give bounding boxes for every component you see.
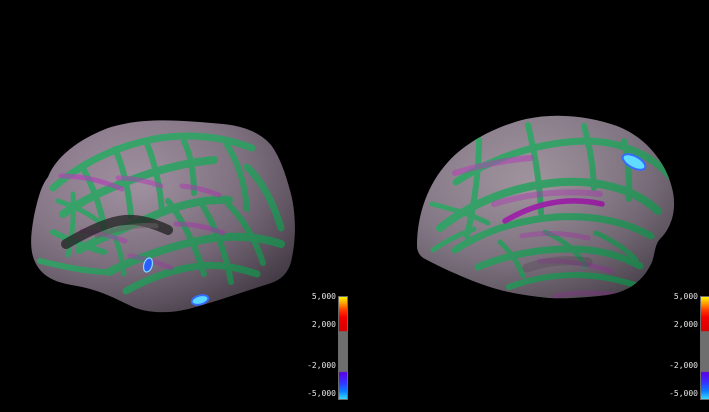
colorbar-min-label: -5,000 [669,389,698,398]
colorbar-max-label: 5,000 [673,292,698,301]
colorbar-max-label: 5,000 [311,292,336,301]
colorbar-negative-threshold-label: -2,000 [669,361,698,370]
colorbar-positive-threshold-label: 2,000 [673,320,698,329]
colorbar-left: 5,000 2,000 -2,000 -5,000 [290,292,350,400]
brain-surface-render[interactable] [0,0,709,412]
colorbar-min-label: -5,000 [307,389,336,398]
colorbar-right: 5,000 2,000 -2,000 -5,000 [652,292,709,400]
colorbar-strip [700,296,709,400]
colorbar-strip [338,296,348,400]
colorbar-negative-threshold-label: -2,000 [307,361,336,370]
medial-hemisphere[interactable] [417,115,675,299]
brain-viewer-canvas[interactable]: 5,000 2,000 -2,000 -5,000 5,000 2,000 -2… [0,0,709,412]
lateral-hemisphere[interactable] [31,120,295,313]
colorbar-positive-threshold-label: 2,000 [311,320,336,329]
